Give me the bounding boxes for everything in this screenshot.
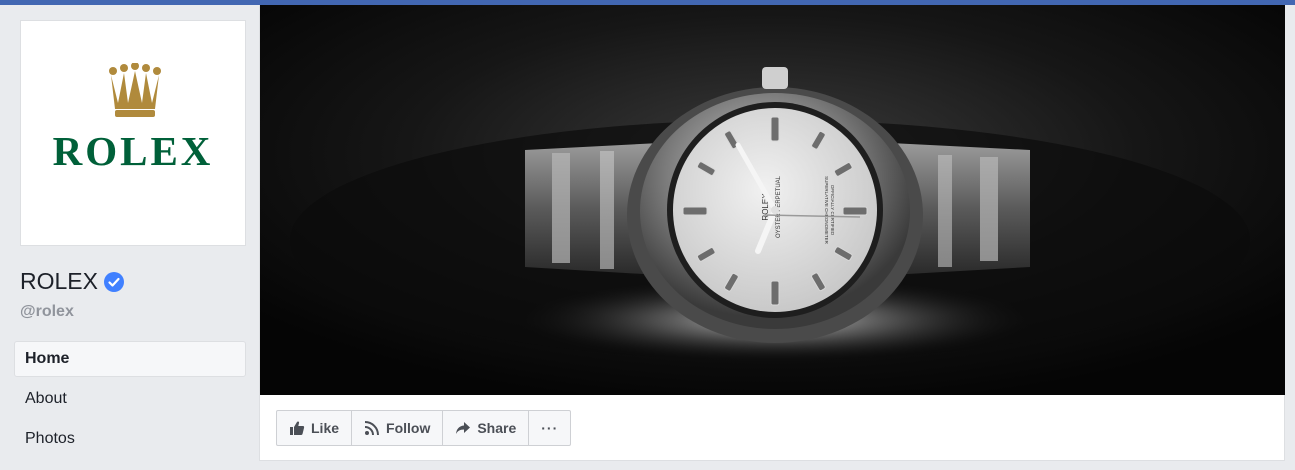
nav-item-home[interactable]: Home bbox=[14, 341, 246, 377]
more-icon: ··· bbox=[541, 420, 559, 436]
verified-badge-icon bbox=[103, 271, 124, 292]
nav-item-photos[interactable]: Photos bbox=[14, 421, 246, 457]
rss-icon bbox=[364, 421, 380, 436]
profile-picture[interactable]: ROLEX bbox=[20, 20, 246, 246]
page-name-text: ROLEX bbox=[20, 268, 98, 294]
cover-photo[interactable]: ROLEX OYSTER PERPETUAL SUPERLATIVE CHRON… bbox=[260, 5, 1285, 395]
watch-image: ROLEX OYSTER PERPETUAL SUPERLATIVE CHRON… bbox=[260, 5, 1285, 395]
nav-item-about[interactable]: About bbox=[14, 381, 246, 417]
cover-card: ROLEX OYSTER PERPETUAL SUPERLATIVE CHRON… bbox=[259, 5, 1285, 461]
like-button[interactable]: Like bbox=[277, 411, 353, 445]
dial-cert-1-text: SUPERLATIVE CHRONOMETER bbox=[824, 176, 829, 244]
page-handle[interactable]: @rolex bbox=[20, 303, 74, 321]
page-title[interactable]: ROLEX bbox=[20, 268, 124, 295]
follow-button[interactable]: Follow bbox=[352, 411, 444, 445]
more-options-button[interactable]: ··· bbox=[529, 411, 570, 445]
share-label: Share bbox=[477, 420, 517, 436]
share-arrow-icon bbox=[456, 422, 471, 434]
page-nav: Home About Photos bbox=[14, 341, 246, 461]
share-button[interactable]: Share bbox=[443, 411, 530, 445]
like-label: Like bbox=[311, 420, 340, 436]
rolex-crown-icon bbox=[109, 63, 161, 117]
thumbs-up-icon bbox=[290, 421, 305, 435]
follow-label: Follow bbox=[386, 420, 431, 436]
rolex-logo-text: ROLEX bbox=[52, 128, 214, 174]
page-action-bar: Like Follow Share ··· bbox=[276, 410, 572, 446]
dial-cert-2-text: OFFICIALLY CERTIFIED bbox=[830, 185, 835, 236]
